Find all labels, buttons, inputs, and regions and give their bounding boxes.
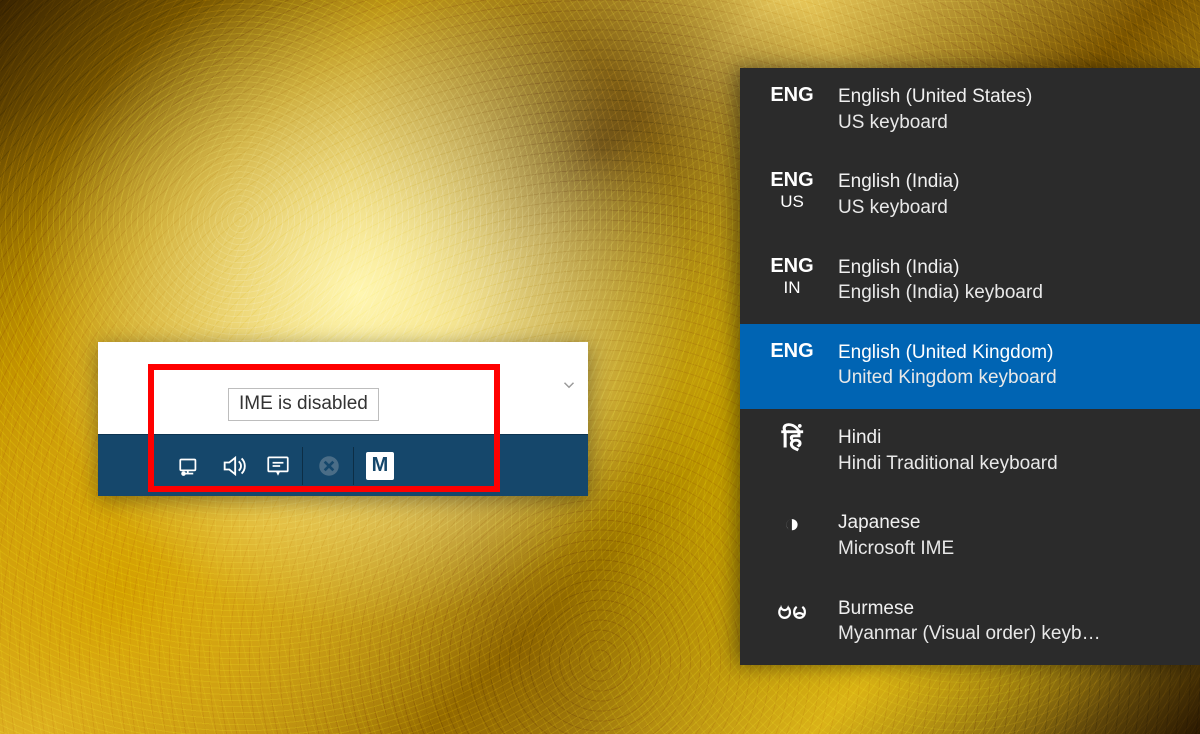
language-option[interactable]: ENGUSEnglish (India)US keyboard bbox=[740, 153, 1200, 238]
language-code: ဗမ bbox=[758, 596, 826, 624]
language-texts: HindiHindi Traditional keyboard bbox=[826, 425, 1182, 476]
language-texts: English (United States)US keyboard bbox=[826, 84, 1182, 135]
language-texts: English (United Kingdom)United Kingdom k… bbox=[826, 340, 1182, 391]
ime-letter-box: M bbox=[366, 452, 394, 480]
language-code: ENG bbox=[758, 84, 826, 107]
keyboard-name: Microsoft IME bbox=[838, 536, 1182, 562]
taskbar-tray-callout: IME is disabled bbox=[98, 342, 588, 496]
volume-icon[interactable] bbox=[212, 435, 256, 497]
language-code: हिं bbox=[758, 425, 826, 453]
language-option[interactable]: ဗမ BurmeseMyanmar (Visual order) keyb… bbox=[740, 580, 1200, 665]
language-glyph-icon: ဗမ bbox=[777, 594, 807, 624]
language-code-text: ENG bbox=[770, 84, 813, 106]
chevron-down-icon bbox=[560, 376, 578, 400]
callout-whitespace: IME is disabled bbox=[98, 342, 588, 434]
language-option[interactable]: ENG English (United States)US keyboard bbox=[740, 68, 1200, 153]
keyboard-name: Myanmar (Visual order) keyb… bbox=[838, 621, 1182, 647]
language-option[interactable]: ◑ JapaneseMicrosoft IME bbox=[740, 494, 1200, 579]
language-code-text: ENG bbox=[770, 340, 813, 362]
ime-tooltip: IME is disabled bbox=[228, 388, 379, 421]
keyboard-name: Hindi Traditional keyboard bbox=[838, 451, 1182, 477]
ime-disabled-icon[interactable] bbox=[307, 435, 351, 497]
language-code-text: ENG bbox=[770, 255, 813, 277]
tray-separator bbox=[302, 447, 303, 485]
language-option[interactable]: ENG English (United Kingdom)United Kingdo… bbox=[740, 324, 1200, 409]
language-name: English (United Kingdom) bbox=[838, 340, 1182, 366]
language-code: ◑ bbox=[758, 510, 826, 538]
language-glyph-icon: ◑ bbox=[784, 508, 800, 538]
language-option[interactable]: हिं HindiHindi Traditional keyboard bbox=[740, 409, 1200, 494]
language-code-sub: IN bbox=[758, 278, 826, 298]
language-name: English (United States) bbox=[838, 84, 1182, 110]
language-option[interactable]: ENGINEnglish (India)English (India) keyb… bbox=[740, 239, 1200, 324]
language-code-text: ENG bbox=[770, 169, 813, 191]
language-name: Burmese bbox=[838, 596, 1182, 622]
action-center-icon[interactable] bbox=[256, 435, 300, 497]
network-icon[interactable] bbox=[168, 435, 212, 497]
language-name: Hindi bbox=[838, 425, 1182, 451]
keyboard-name: United Kingdom keyboard bbox=[838, 365, 1182, 391]
taskbar-tray: M bbox=[98, 434, 588, 496]
language-name: Japanese bbox=[838, 510, 1182, 536]
language-texts: English (India)US keyboard bbox=[826, 169, 1182, 220]
language-texts: BurmeseMyanmar (Visual order) keyb… bbox=[826, 596, 1182, 647]
language-name: English (India) bbox=[838, 169, 1182, 195]
tray-separator bbox=[353, 447, 354, 485]
keyboard-name: US keyboard bbox=[838, 110, 1182, 136]
language-glyph-icon: हिं bbox=[782, 423, 803, 453]
language-texts: JapaneseMicrosoft IME bbox=[826, 510, 1182, 561]
language-texts: English (India)English (India) keyboard bbox=[826, 255, 1182, 306]
language-code: ENGUS bbox=[758, 169, 826, 212]
language-code: ENG bbox=[758, 340, 826, 363]
language-code: ENGIN bbox=[758, 255, 826, 298]
language-switcher-flyout: ENGEnglish (United States)US keyboardENG… bbox=[740, 68, 1200, 665]
language-code-sub: US bbox=[758, 192, 826, 212]
language-name: English (India) bbox=[838, 255, 1182, 281]
keyboard-name: US keyboard bbox=[838, 195, 1182, 221]
ime-mode-indicator[interactable]: M bbox=[358, 435, 402, 497]
keyboard-name: English (India) keyboard bbox=[838, 280, 1182, 306]
